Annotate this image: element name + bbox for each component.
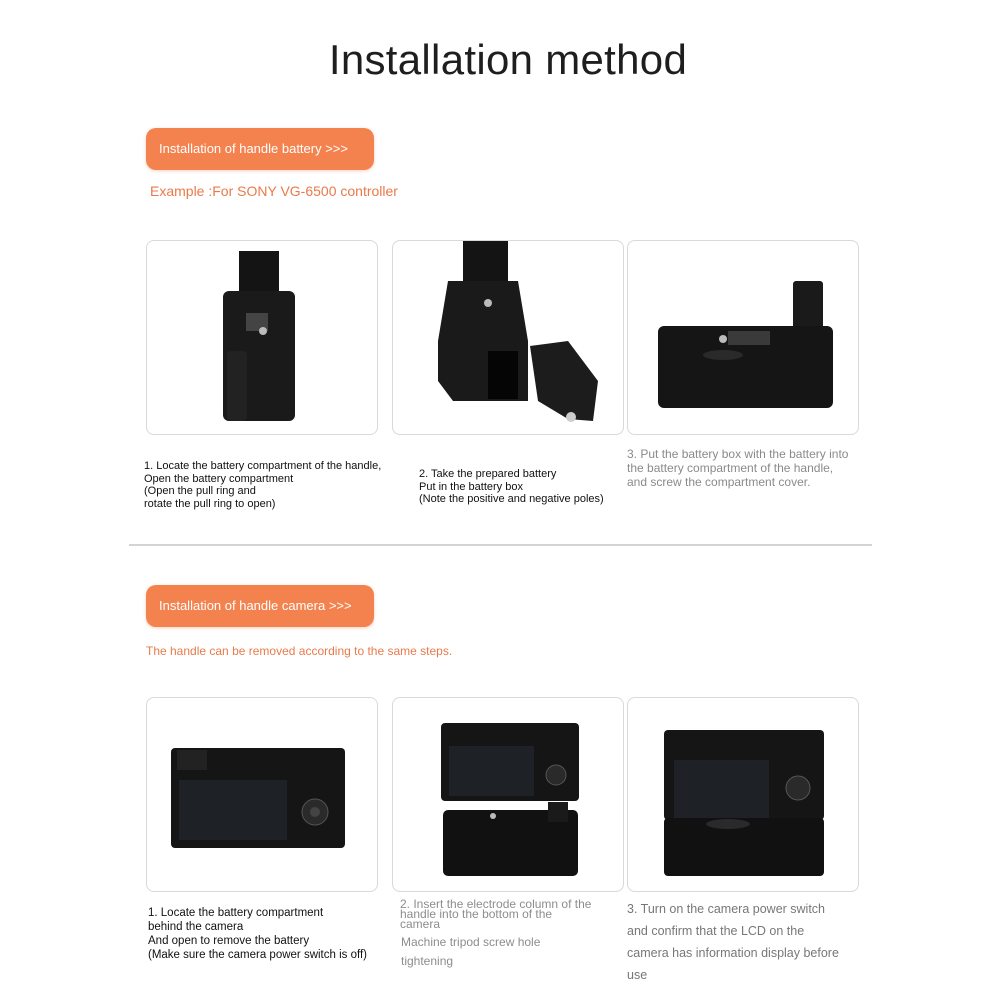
step-caption-6: 3. Turn on the camera power switch and c… — [627, 902, 839, 982]
battery-grip-illustration — [223, 251, 295, 421]
camera-rear-illustration — [171, 748, 345, 848]
section-camera-subtitle: The handle can be removed according to t… — [146, 644, 453, 658]
step-image-camera-mounted — [627, 697, 859, 892]
section-camera-button[interactable]: Installation of handle camera >>> — [146, 585, 374, 627]
battery-grip-loaded-illustration — [658, 281, 833, 408]
step-caption-2: 2. Take the prepared battery Put in the … — [419, 468, 604, 505]
step-image-battery-grip-with-battery — [627, 240, 859, 435]
camera-mounted-illustration — [664, 730, 824, 876]
step-caption-5-extra: Machine tripod screw hole tightening — [401, 935, 541, 968]
section-battery-button[interactable]: Installation of handle battery >>> — [146, 128, 374, 170]
step-image-battery-compartment-open — [392, 240, 624, 435]
battery-compartment-illustration — [438, 241, 598, 422]
step-caption-4: 1. Locate the battery compartment behind… — [148, 907, 368, 961]
step-caption-1: 1. Locate the battery compartment of the… — [144, 460, 382, 510]
step-image-camera-rear — [146, 697, 378, 892]
page-title: Installation method — [328, 36, 688, 83]
section-battery-subtitle: Example :For SONY VG-6500 controller — [150, 183, 398, 199]
section-divider — [129, 544, 872, 546]
step-image-camera-and-grip — [392, 697, 624, 892]
step-image-battery-grip-handle — [146, 240, 378, 435]
step-caption-5: 2. Insert the electrode column of the ha… — [400, 897, 592, 931]
camera-grip-illustration — [441, 723, 579, 876]
step-caption-3: 3. Put the battery box with the battery … — [627, 447, 849, 489]
